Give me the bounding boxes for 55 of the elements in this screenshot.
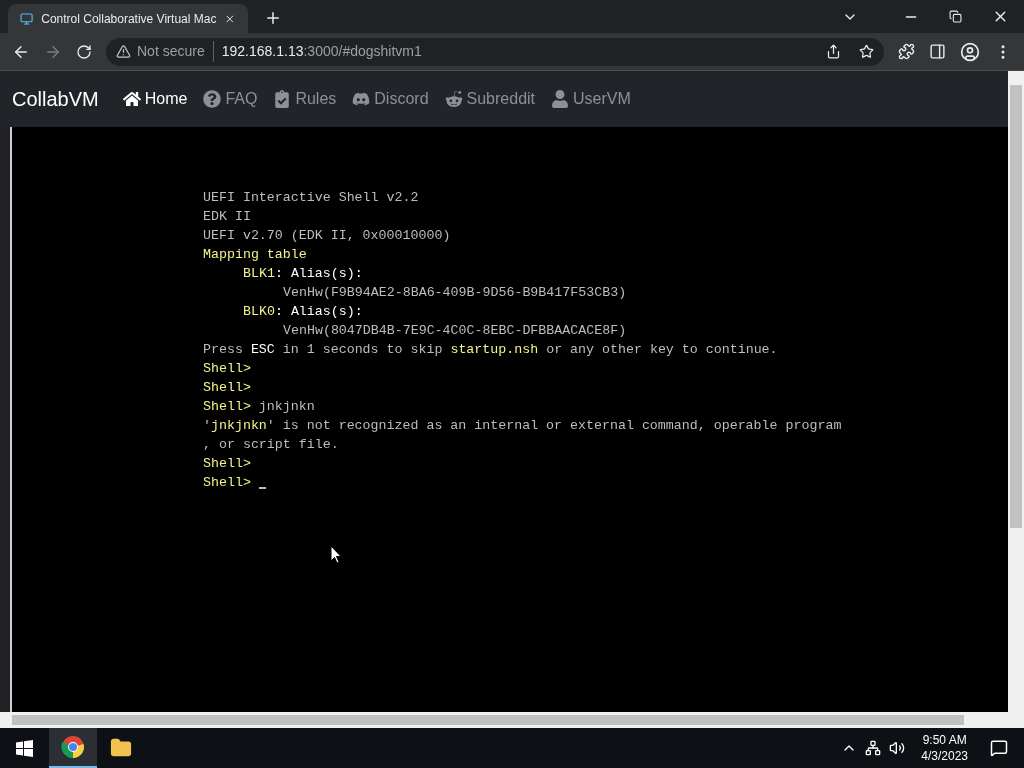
volume-icon[interactable] — [889, 740, 906, 756]
star-icon[interactable] — [859, 44, 874, 59]
browser-icon — [61, 735, 85, 759]
new-tab-icon[interactable] — [264, 9, 282, 27]
profile-icon[interactable] — [960, 41, 980, 62]
terminal-line: 'jnkjnkn' is not recognized as an internal or external command, operable program — [203, 416, 842, 435]
address-bar[interactable]: Not secure 192.168.1.13:3000/#dogshitvm1 — [106, 37, 884, 66]
browser-tab[interactable]: Control Collaborative Virtual Mac — [8, 4, 248, 33]
restore-icon[interactable] — [949, 10, 962, 23]
terminal-line: Shell> jnkjnkn — [203, 397, 315, 416]
terminal-line: UEFI Interactive Shell v2.2 — [203, 188, 419, 207]
side-panel-icon[interactable] — [929, 43, 946, 60]
warning-icon — [116, 44, 131, 59]
question-icon — [203, 90, 222, 108]
nav-link[interactable]: Rules — [273, 87, 337, 111]
url-text: 192.168.1.13:3000/#dogshitvm1 — [221, 42, 422, 61]
discord-icon — [352, 90, 371, 108]
security-label: Not secure — [137, 41, 214, 62]
terminal-line: VenHw(8047DB4B-7E9C-4C0C-8EBC-DFBBAACACE8F) — [283, 321, 627, 340]
terminal-line: BLK1: Alias(s): — [243, 264, 363, 283]
extensions-icon[interactable] — [898, 43, 915, 60]
terminal-line: Press ESC in 1 seconds to skip startup.nsh or any other key to continue. — [203, 340, 778, 359]
terminal-line: UEFI v2.70 (EDK II, 0x00010000) — [203, 226, 451, 245]
terminal-line: Shell> — [203, 454, 251, 473]
nav-link[interactable]: Subreddit — [444, 87, 536, 111]
brand-text[interactable]: CollabVM — [12, 84, 99, 114]
terminal-line: EDK II — [203, 207, 251, 226]
notifications-icon[interactable] — [990, 739, 1008, 757]
clipboard-icon — [273, 90, 292, 108]
horizontal-scrollbar[interactable] — [0, 712, 1008, 728]
tab-title: Control Collaborative Virtual Mac — [41, 10, 217, 28]
nav-link[interactable]: UserVM — [551, 87, 631, 111]
vertical-scrollbar[interactable] — [1008, 71, 1024, 728]
home-icon — [122, 90, 141, 108]
terminal-line: VenHw(F9B94AE2-8BA6-409B-9D56-B9B417F53CB3) — [283, 283, 627, 302]
network-icon[interactable] — [865, 740, 882, 756]
windows-start-icon[interactable] — [16, 739, 33, 757]
user-icon — [551, 90, 570, 108]
terminal-line: Shell> — [203, 378, 251, 397]
terminal-line: , or script file. — [203, 435, 339, 454]
monitor-icon — [20, 10, 34, 27]
browser-taskbar-button[interactable] — [49, 728, 97, 768]
nav-link[interactable]: Discord — [352, 87, 429, 111]
terminal-line: Shell> — [203, 473, 251, 492]
nav-link[interactable]: Home — [122, 87, 188, 111]
clock[interactable]: 9:50 AM 4/3/2023 — [915, 732, 974, 764]
reload-icon[interactable] — [76, 43, 92, 60]
folder-icon — [110, 737, 132, 759]
terminal-line: Mapping table — [203, 245, 307, 264]
terminal-line: BLK0: Alias(s): — [243, 302, 363, 321]
nav-link[interactable]: FAQ — [203, 87, 258, 111]
reddit-icon — [444, 90, 463, 108]
terminal-line: Shell> — [203, 359, 251, 378]
share-icon[interactable] — [826, 44, 841, 59]
mouse-pointer-icon — [330, 545, 342, 564]
